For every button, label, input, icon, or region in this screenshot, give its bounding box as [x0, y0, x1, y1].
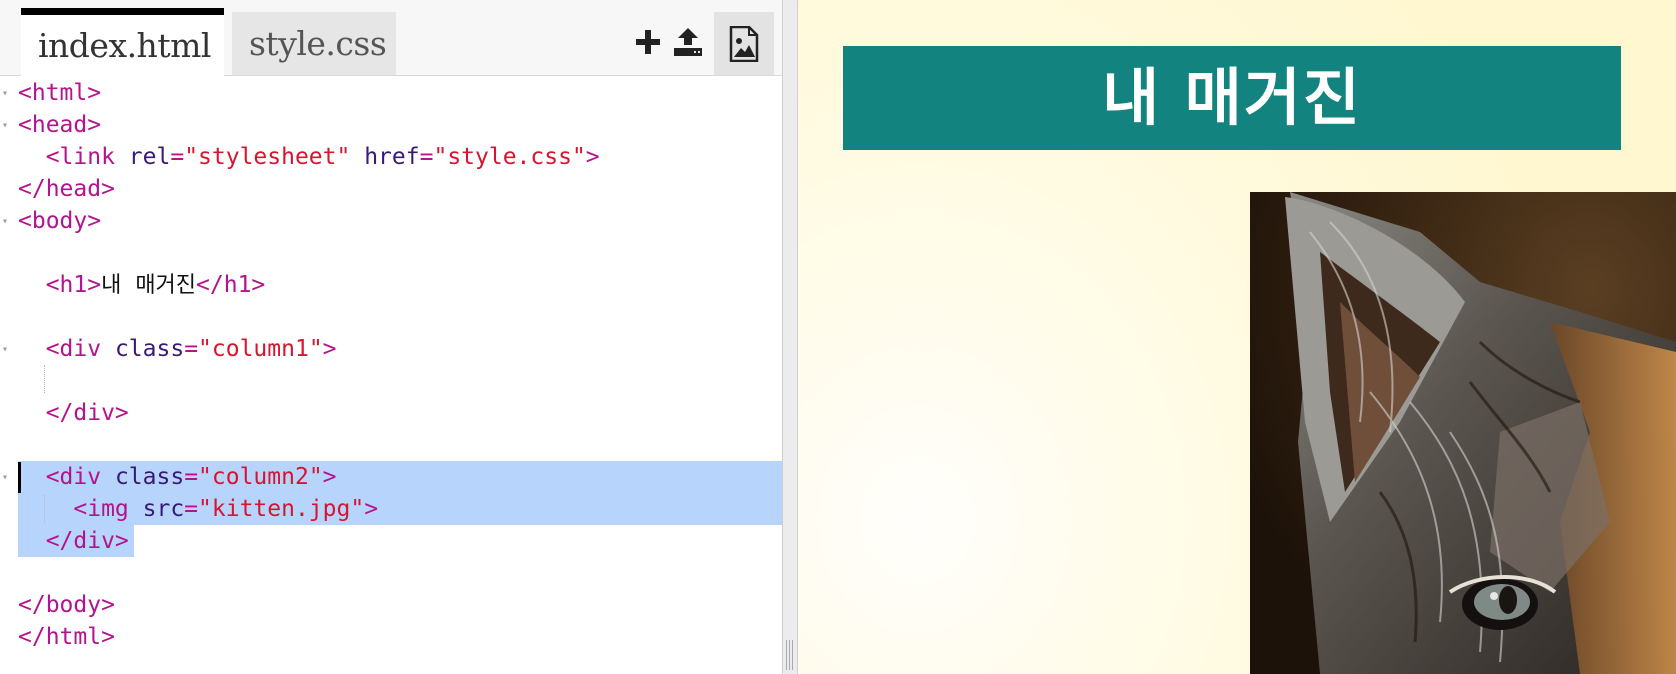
code-line: <div class="column1"> [18, 336, 337, 362]
image-library-button[interactable] [714, 12, 774, 75]
code-line: <div class="column2"> [18, 464, 337, 490]
magazine-heading: 내 매거진 [843, 46, 1621, 150]
code-line: </div> [18, 528, 129, 554]
code-line: </body> [18, 592, 115, 618]
code-area[interactable]: ▾ ▾ ▾ ▾ ▾ <html> <head> <link rel="style… [0, 75, 782, 674]
indent-guide [44, 365, 45, 393]
tab-index-html[interactable]: index.html [21, 8, 224, 76]
add-file-button[interactable] [630, 20, 666, 64]
code-line: <body> [18, 208, 102, 234]
kitten-photo [1250, 192, 1676, 674]
code-line: <html> [18, 80, 102, 106]
resize-grip[interactable] [786, 640, 794, 670]
code-line: <head> [18, 112, 102, 138]
code-line: <h1>내 매거진</h1> [18, 272, 266, 298]
code-line: <img src="kitten.jpg"> [18, 496, 379, 522]
code-editor: index.html style.css ▾ ▾ ▾ ▾ ▾ <html> <h… [0, 0, 782, 674]
upload-icon [674, 28, 702, 56]
tab-style-css[interactable]: style.css [232, 12, 396, 75]
image-icon [729, 25, 759, 62]
upload-button[interactable] [670, 20, 706, 64]
code-line: </div> [18, 400, 129, 426]
pane-divider[interactable] [782, 0, 798, 674]
plus-icon [636, 30, 660, 54]
text-cursor [18, 462, 21, 493]
tab-bar: index.html style.css [0, 0, 782, 76]
code-line: </html> [18, 624, 115, 650]
preview-pane: 내 매거진 [798, 0, 1676, 674]
code-line: <link rel="stylesheet" href="style.css"> [18, 144, 600, 170]
code-line: </head> [18, 176, 115, 202]
